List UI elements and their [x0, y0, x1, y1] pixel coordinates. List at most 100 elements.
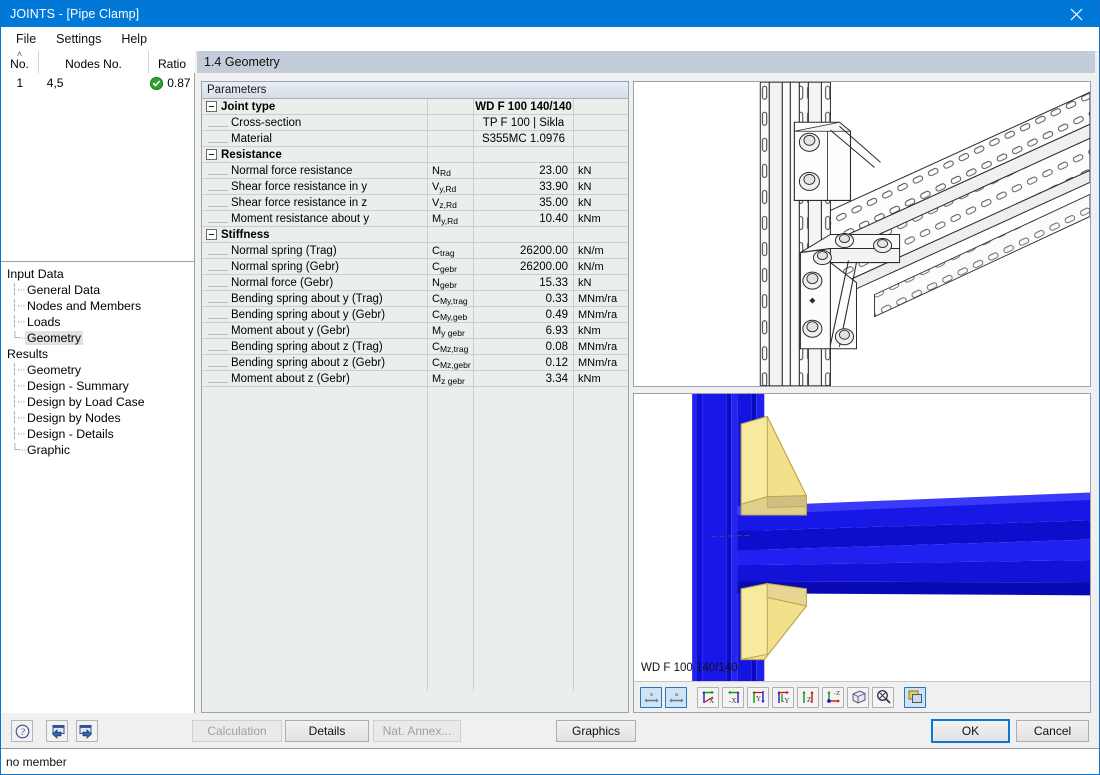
render-mode-button[interactable]: [904, 686, 926, 708]
view-z-button[interactable]: Z: [797, 686, 819, 708]
previous-arrow-icon[interactable]: [46, 720, 68, 742]
calculation-button[interactable]: Calculation: [192, 720, 282, 742]
view-minus-x-button[interactable]: -X: [722, 686, 744, 708]
parameter-empty-row[interactable]: [202, 659, 628, 675]
parameter-row[interactable]: Normal spring (Trag) Ctrag 26200.00 kN/m: [202, 243, 628, 259]
model-3d-panel[interactable]: WD F 100 140/140 x a X -X Y -Y Z -Z: [633, 393, 1091, 713]
view-minus-y-button[interactable]: -Y: [772, 686, 794, 708]
sidebar-item-graphic[interactable]: └··· Graphic: [11, 442, 194, 458]
parameter-value[interactable]: 26200.00: [474, 259, 574, 274]
details-button[interactable]: Details: [285, 720, 369, 742]
sidebar-item-loads[interactable]: ┆··· Loads: [11, 314, 194, 330]
sidebar-item-geometry-results[interactable]: ┆··· Geometry: [11, 362, 194, 378]
sidebar-item-geometry-input[interactable]: └··· Geometry: [11, 330, 194, 346]
view-minus-z-button[interactable]: -Z: [822, 686, 844, 708]
view-y-button[interactable]: Y: [747, 686, 769, 708]
parameter-value[interactable]: 33.90: [474, 179, 574, 194]
parameter-row[interactable]: Shear force resistance in z Vz,Rd 35.00 kN: [202, 195, 628, 211]
parameter-value[interactable]: TP F 100 | Sikla: [474, 115, 574, 130]
dimension-x-button[interactable]: x: [640, 686, 662, 708]
parameter-row[interactable]: Normal force resistance N Rd 23.00 kN: [202, 163, 628, 179]
menu-item-file[interactable]: File: [6, 29, 46, 49]
parameter-value[interactable]: 10.40: [474, 211, 574, 226]
detail-drawing-panel[interactable]: [633, 81, 1091, 387]
parameter-empty-row[interactable]: [202, 563, 628, 579]
close-icon[interactable]: [1054, 1, 1099, 27]
column-header-ratio[interactable]: Ratio: [149, 51, 195, 73]
view-x-button[interactable]: X: [697, 686, 719, 708]
parameter-empty-row[interactable]: [202, 531, 628, 547]
parameter-empty-row[interactable]: [202, 515, 628, 531]
graphics-button[interactable]: Graphics: [556, 720, 636, 742]
parameter-value[interactable]: S355MC 1.0976: [474, 131, 574, 146]
parameter-row[interactable]: Bending spring about z (Gebr) C Mz,gebr 0.1…: [202, 355, 628, 371]
parameter-value[interactable]: WD F 100 140/140: [474, 99, 574, 114]
parameter-row[interactable]: Bending spring about z (Trag) C Mz,trag 0.0…: [202, 339, 628, 355]
parameter-value[interactable]: 23.00: [474, 163, 574, 178]
parameter-empty-row[interactable]: [202, 675, 628, 691]
parameter-value[interactable]: 35.00: [474, 195, 574, 210]
parameter-value[interactable]: 0.49: [474, 307, 574, 322]
parameter-row[interactable]: Bending spring about y (Trag) C My,trag 0.3…: [202, 291, 628, 307]
sidebar-item-design-by-nodes[interactable]: ┆··· Design by Nodes: [11, 410, 194, 426]
parameter-empty-row[interactable]: [202, 579, 628, 595]
nat-annex-button[interactable]: Nat. Annex...: [373, 720, 461, 742]
parameter-empty-row[interactable]: [202, 387, 628, 403]
dimension-a-button[interactable]: a: [665, 686, 687, 708]
zoom-all-button[interactable]: [872, 686, 894, 708]
parameter-empty-row[interactable]: [202, 499, 628, 515]
parameter-row[interactable]: Moment about y (Gebr) My gebr 6.93 kNm: [202, 323, 628, 339]
model-3d-viewport[interactable]: [634, 394, 1090, 681]
parameter-value[interactable]: 3.34: [474, 371, 574, 386]
parameter-value[interactable]: [474, 147, 574, 162]
help-icon[interactable]: ?: [11, 720, 33, 742]
parameter-section-row[interactable]: Joint type WD F 100 140/140: [202, 99, 628, 115]
parameter-value[interactable]: [474, 227, 574, 242]
sidebar-item-nodes-and-members[interactable]: ┆··· Nodes and Members: [11, 298, 194, 314]
parameter-empty-row[interactable]: [202, 451, 628, 467]
sidebar-item-design-by-load-case[interactable]: ┆··· Design by Load Case: [11, 394, 194, 410]
isometric-view-button[interactable]: [847, 686, 869, 708]
collapse-icon[interactable]: [206, 149, 217, 160]
parameter-row[interactable]: Bending spring about y (Gebr) C My,geb 0.49…: [202, 307, 628, 323]
collapse-icon[interactable]: [206, 229, 217, 240]
parameter-empty-row[interactable]: [202, 435, 628, 451]
table-row[interactable]: 1 4,5 0.87: [1, 73, 194, 93]
parameter-value[interactable]: 0.33: [474, 291, 574, 306]
parameter-section-row[interactable]: Stiffness: [202, 227, 628, 243]
column-header-nodes-no[interactable]: Nodes No.: [39, 51, 149, 73]
parameter-value[interactable]: 26200.00: [474, 243, 574, 258]
parameter-value[interactable]: 0.12: [474, 355, 574, 370]
parameter-empty-row[interactable]: [202, 403, 628, 419]
parameter-empty-row[interactable]: [202, 627, 628, 643]
parameter-empty-row[interactable]: [202, 595, 628, 611]
parameter-row[interactable]: Normal spring (Gebr) Cgebr 26200.00 kN/m: [202, 259, 628, 275]
cancel-button[interactable]: Cancel: [1016, 720, 1089, 742]
sidebar-item-general-data[interactable]: ┆··· General Data: [11, 282, 194, 298]
parameter-value[interactable]: 0.08: [474, 339, 574, 354]
parameter-row[interactable]: Moment resistance about y My,Rd 10.40 kNm: [202, 211, 628, 227]
parameter-value[interactable]: 15.33: [474, 275, 574, 290]
menu-item-help[interactable]: Help: [111, 29, 157, 49]
parameter-row[interactable]: Shear force resistance in y Vy,Rd 33.90 kN: [202, 179, 628, 195]
parameter-empty-row[interactable]: [202, 467, 628, 483]
ok-button[interactable]: OK: [931, 719, 1010, 743]
menu-item-settings[interactable]: Settings: [46, 29, 111, 49]
parameter-row[interactable]: Moment about z (Gebr) Mz gebr 3.34 kNm: [202, 371, 628, 387]
parameter-empty-row[interactable]: [202, 483, 628, 499]
parameter-section-row[interactable]: Resistance: [202, 147, 628, 163]
parameter-row[interactable]: Cross-section TP F 100 | Sikla: [202, 115, 628, 131]
parameter-empty-row[interactable]: [202, 611, 628, 627]
parameter-value[interactable]: 6.93: [474, 323, 574, 338]
collapse-icon[interactable]: [206, 101, 217, 112]
sidebar-item-design-summary[interactable]: ┆··· Design - Summary: [11, 378, 194, 394]
parameter-row[interactable]: Material S355MC 1.0976: [202, 131, 628, 147]
parameter-empty-row[interactable]: [202, 643, 628, 659]
sidebar-item-design-details[interactable]: ┆··· Design - Details: [11, 426, 194, 442]
next-arrow-icon[interactable]: [76, 720, 98, 742]
parameters-table[interactable]: Joint type WD F 100 140/140 Cross-section T…: [202, 99, 628, 712]
column-header-no[interactable]: ˄ No.: [1, 50, 39, 73]
parameter-empty-row[interactable]: [202, 419, 628, 435]
parameter-row[interactable]: Normal force (Gebr) Ngebr 15.33 kN: [202, 275, 628, 291]
parameter-empty-row[interactable]: [202, 547, 628, 563]
